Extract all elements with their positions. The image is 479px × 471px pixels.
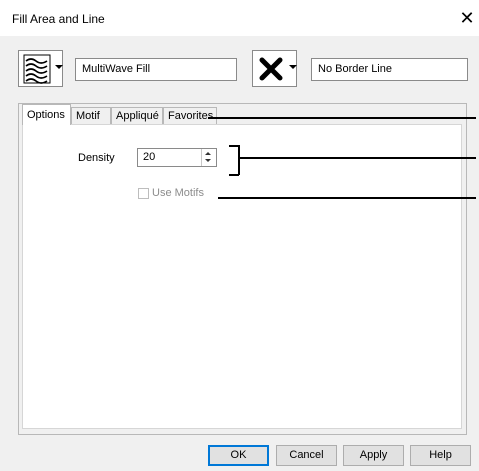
window-title: Fill Area and Line <box>12 12 105 26</box>
use-motifs-label: Use Motifs <box>152 187 204 199</box>
tab-label: Favorites <box>168 110 214 122</box>
multiwave-fill-icon <box>23 54 51 84</box>
density-stepper[interactable]: 20 <box>137 148 217 167</box>
density-spin-buttons[interactable] <box>201 149 216 166</box>
chevron-down-icon <box>289 65 297 69</box>
callout-bracket-vertical <box>238 145 240 175</box>
chevron-down-icon <box>55 65 63 69</box>
density-value[interactable]: 20 <box>143 149 155 166</box>
title-bar: Fill Area and Line ✕ <box>0 0 479 36</box>
ok-button[interactable]: OK <box>208 445 269 466</box>
callout-line-density <box>239 157 476 159</box>
border-type-picker[interactable] <box>252 50 297 87</box>
cancel-button[interactable]: Cancel <box>276 445 337 466</box>
border-name-field[interactable]: No Border Line <box>311 58 468 81</box>
fill-type-picker[interactable] <box>18 50 63 87</box>
no-border-x-icon <box>259 57 283 81</box>
tab-applique[interactable]: Appliqué <box>111 107 163 124</box>
callout-bracket-bottom <box>229 174 239 176</box>
close-icon[interactable]: ✕ <box>456 7 478 29</box>
callout-line-use-motifs <box>218 197 476 199</box>
tab-label: Appliqué <box>116 110 159 122</box>
callout-line-tabs <box>208 117 476 119</box>
spin-up-icon[interactable] <box>205 152 211 155</box>
spin-down-icon[interactable] <box>205 159 211 162</box>
fill-area-and-line-dialog: Fill Area and Line ✕ MultiWave Fill No B… <box>0 0 479 471</box>
tab-motif[interactable]: Motif <box>71 107 111 124</box>
use-motifs-checkbox[interactable] <box>138 188 149 199</box>
tab-label: Options <box>27 109 65 121</box>
tab-label: Motif <box>76 110 100 122</box>
tab-favorites[interactable]: Favorites <box>163 107 217 124</box>
apply-button[interactable]: Apply <box>343 445 404 466</box>
options-tab-page <box>22 124 462 429</box>
tab-options[interactable]: Options <box>22 104 71 125</box>
help-button[interactable]: Help <box>410 445 471 466</box>
density-label: Density <box>78 152 115 164</box>
fill-name-field[interactable]: MultiWave Fill <box>75 58 237 81</box>
